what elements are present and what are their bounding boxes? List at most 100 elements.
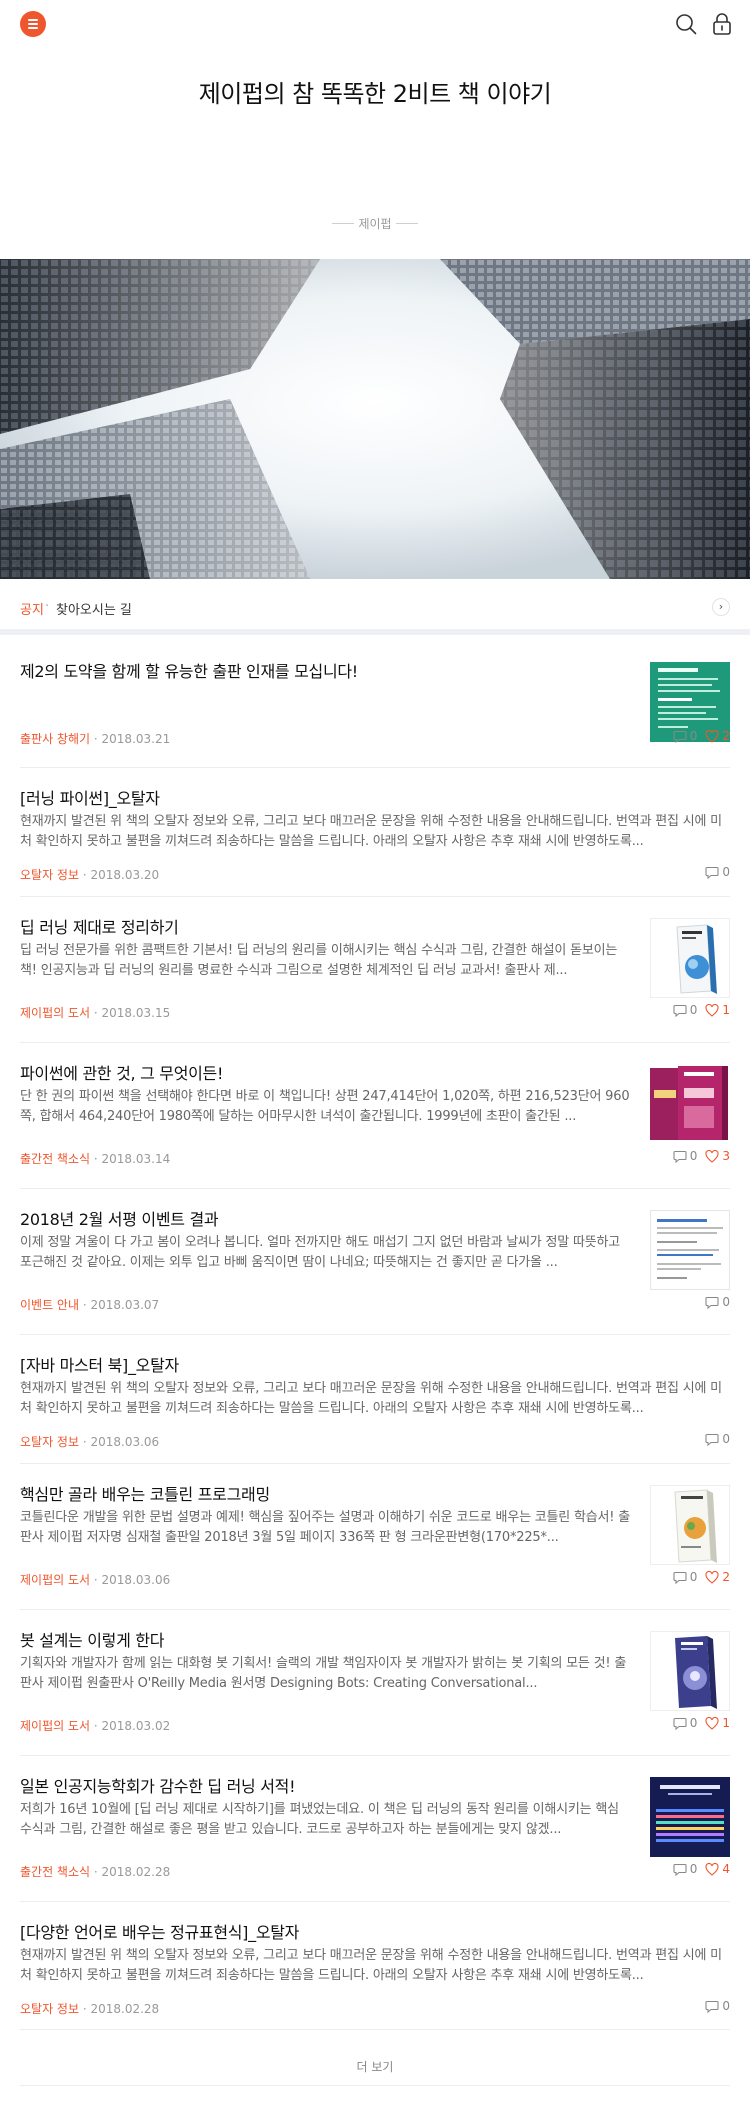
post-item[interactable]: 핵심만 골라 배우는 코틀린 프로그래밍 코틀린다운 개발을 위한 문법 설명과… <box>20 1464 730 1610</box>
post-category[interactable]: 출판사 창해기 <box>20 732 90 746</box>
post-excerpt: 딥 러닝 전문가를 위한 콤팩트한 기본서! 딥 러닝의 원리를 이해시키는 핵… <box>20 943 618 978</box>
post-stats: 0 <box>705 1432 730 1446</box>
comment-count-value: 0 <box>689 1862 698 1876</box>
comment-count-value: 0 <box>689 729 698 743</box>
post-title[interactable]: 핵심만 골라 배우는 코틀린 프로그래밍 <box>20 1481 270 1505</box>
post-title[interactable]: 2018년 2월 서평 이벤트 결과 <box>20 1206 219 1230</box>
post-item[interactable]: 제2의 도약을 함께 할 유능한 출판 인재를 모십니다! 출판사 창해기 · … <box>20 641 730 768</box>
post-stats: 0 2 <box>673 729 730 743</box>
like-count[interactable]: 4 <box>705 1862 730 1876</box>
search-icon[interactable] <box>675 13 697 35</box>
like-count-value: 4 <box>722 1862 730 1876</box>
post-title[interactable]: 딥 러닝 제대로 정리하기 <box>20 914 179 938</box>
like-count[interactable]: 1 <box>705 1716 730 1730</box>
comment-icon <box>673 1571 687 1584</box>
post-meta: 출간전 책소식 · 2018.02.28 <box>20 1865 171 1879</box>
comment-count[interactable]: 0 <box>673 729 698 743</box>
comment-count[interactable]: 0 <box>673 1003 698 1017</box>
comment-icon <box>673 1717 687 1730</box>
top-bar <box>0 0 750 48</box>
comment-count[interactable]: 0 <box>673 1716 697 1730</box>
post-excerpt: 현재까지 발견된 위 책의 오탈자 정보와 오류, 그리고 보다 매끄러운 문장… <box>20 814 722 849</box>
comment-icon <box>673 1863 687 1876</box>
post-item[interactable]: [자바 마스터 북]_오탈자 현재까지 발견된 위 책의 오탈자 정보와 오류,… <box>20 1335 730 1464</box>
post-stats: 0 1 <box>673 1716 730 1730</box>
post-category[interactable]: 제이펍의 도서 <box>20 1006 90 1020</box>
comment-icon <box>673 1150 687 1163</box>
post-title[interactable]: [자바 마스터 북]_오탈자 <box>20 1352 179 1376</box>
post-title[interactable]: 일본 인공지능학회가 감수한 딥 러닝 서적! <box>20 1773 295 1797</box>
post-thumbnail[interactable] <box>650 1210 730 1290</box>
post-category[interactable]: 이벤트 안내 <box>20 1298 79 1312</box>
like-count-value: 1 <box>722 1003 730 1017</box>
like-count-value: 2 <box>722 729 730 743</box>
notice-bar[interactable]: 공지 · 찾아오시는 길 › <box>0 579 750 635</box>
post-title[interactable]: [다양한 언어로 배우는 정규표현식]_오탈자 <box>20 1919 299 1943</box>
post-date: 2018.03.20 <box>90 868 160 882</box>
comment-count[interactable]: 0 <box>705 1432 730 1446</box>
post-item[interactable]: 파이썬에 관한 것, 그 무엇이든! 단 한 권의 파이썬 책을 선택해야 한다… <box>20 1043 730 1189</box>
post-thumbnail[interactable] <box>650 1485 730 1565</box>
post-excerpt: 기획자와 개발자가 함께 읽는 대화형 봇 기획서! 슬랙의 개발 책임자이자 … <box>20 1656 627 1691</box>
heart-icon <box>705 1716 719 1730</box>
comment-count[interactable]: 0 <box>673 1862 698 1876</box>
post-category[interactable]: 오탈자 정보 <box>20 2002 79 2016</box>
post-title[interactable]: [러닝 파이썬]_오탈자 <box>20 785 160 809</box>
post-thumbnail[interactable] <box>650 1777 730 1857</box>
post-thumbnail[interactable] <box>650 1631 730 1711</box>
comment-count-value: 0 <box>722 1999 730 2013</box>
comment-count[interactable]: 0 <box>673 1570 698 1584</box>
comment-count[interactable]: 0 <box>705 1999 730 2013</box>
post-meta: 출간전 책소식 · 2018.03.14 <box>20 1152 171 1166</box>
post-item[interactable]: 일본 인공지능학회가 감수한 딥 러닝 서적! 저희가 16년 10월에 [딥 … <box>20 1756 730 1902</box>
comment-count[interactable]: 0 <box>705 865 730 879</box>
like-count[interactable]: 2 <box>705 1570 730 1584</box>
post-item[interactable]: [다양한 언어로 배우는 정규표현식]_오탈자 현재까지 발견된 위 책의 오탈… <box>20 1902 730 2030</box>
hamburger-menu-icon[interactable] <box>20 11 46 37</box>
comment-icon <box>705 1433 719 1446</box>
post-date: 2018.03.14 <box>101 1152 171 1166</box>
comment-count-value: 0 <box>722 1432 730 1446</box>
comment-count-value: 0 <box>689 1003 698 1017</box>
blog-title[interactable]: 제이펍의 참 똑똑한 2비트 책 이야기 <box>0 74 750 109</box>
post-title[interactable]: 제2의 도약을 함께 할 유능한 출판 인재를 모십니다! <box>20 658 358 682</box>
post-excerpt: 저희가 16년 10월에 [딥 러닝 제대로 시작하기]를 펴냈었는데요. 이 … <box>20 1802 619 1837</box>
post-item[interactable]: 딥 러닝 제대로 정리하기 딥 러닝 전문가를 위한 콤팩트한 기본서! 딥 러… <box>20 897 730 1043</box>
post-thumbnail[interactable] <box>650 918 730 998</box>
post-meta: 오탈자 정보 · 2018.02.28 <box>20 2002 160 2016</box>
post-date: 2018.03.02 <box>101 1719 171 1733</box>
notice-title[interactable]: 찾아오시는 길 <box>56 599 132 618</box>
heart-icon <box>705 729 719 743</box>
post-thumbnail[interactable] <box>650 1064 730 1144</box>
post-title[interactable]: 봇 설계는 이렇게 한다 <box>20 1627 164 1651</box>
post-item[interactable]: 봇 설계는 이렇게 한다 기획자와 개발자가 함께 읽는 대화형 봇 기획서! … <box>20 1610 730 1756</box>
post-category[interactable]: 오탈자 정보 <box>20 1435 79 1449</box>
comment-icon <box>705 2000 719 2013</box>
comment-count[interactable]: 0 <box>673 1149 697 1163</box>
load-more-button[interactable]: 더 보기 <box>20 2049 730 2086</box>
post-excerpt: 현재까지 발견된 위 책의 오탈자 정보와 오류, 그리고 보다 매끄러운 문장… <box>20 1948 722 1983</box>
chevron-right-icon[interactable]: › <box>712 598 730 616</box>
comment-count-value: 0 <box>689 1570 698 1584</box>
notice-separator: · <box>45 599 50 614</box>
comment-icon <box>673 730 687 743</box>
like-count[interactable]: 1 <box>705 1003 730 1017</box>
post-category[interactable]: 제이펍의 도서 <box>20 1573 90 1587</box>
author-line: 제이펍 <box>0 213 750 233</box>
divider <box>396 223 418 224</box>
post-stats: 0 2 <box>673 1570 730 1584</box>
lock-icon[interactable] <box>712 13 732 35</box>
post-meta: 제이펍의 도서 · 2018.03.06 <box>20 1573 171 1587</box>
post-title[interactable]: 파이썬에 관한 것, 그 무엇이든! <box>20 1060 223 1084</box>
post-item[interactable]: [러닝 파이썬]_오탈자 현재까지 발견된 위 책의 오탈자 정보와 오류, 그… <box>20 768 730 897</box>
post-category[interactable]: 오탈자 정보 <box>20 868 79 882</box>
like-count-value: 3 <box>722 1149 730 1163</box>
like-count[interactable]: 3 <box>705 1149 730 1163</box>
post-item[interactable]: 2018년 2월 서평 이벤트 결과 이제 정말 겨울이 다 가고 봄이 오려나… <box>20 1189 730 1335</box>
like-count[interactable]: 2 <box>705 729 730 743</box>
post-category[interactable]: 제이펍의 도서 <box>20 1719 90 1733</box>
post-category[interactable]: 출간전 책소식 <box>20 1152 90 1166</box>
author-name[interactable]: 제이펍 <box>358 217 391 231</box>
comment-count[interactable]: 0 <box>705 1295 730 1309</box>
post-category[interactable]: 출간전 책소식 <box>20 1865 90 1879</box>
